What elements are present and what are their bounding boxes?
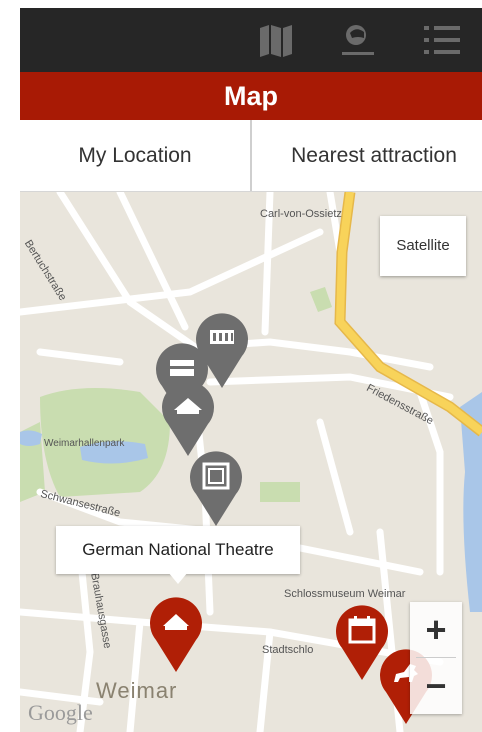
map-book-icon[interactable] (258, 22, 294, 58)
street-label: Schlossmuseum Weimar (284, 588, 406, 600)
street-label: Stadtschlo (262, 644, 314, 656)
map-view[interactable]: Carl-von-Ossietz Bertuchstraße Friedenss… (20, 192, 482, 732)
attraction-pin-theatre-icon[interactable] (160, 380, 216, 456)
menu-list-icon[interactable] (422, 22, 460, 58)
page-title: Map (20, 72, 482, 120)
location-buttons: My Location Nearest attraction (20, 120, 482, 192)
location-person-icon[interactable] (340, 22, 376, 58)
tooltip-text: German National Theatre (82, 540, 274, 559)
zoom-controls: + − (410, 602, 462, 714)
street-label: Weimarhallenpark (44, 438, 125, 449)
street-label: Carl-von-Ossietz (260, 208, 342, 220)
zoom-in-button[interactable]: + (410, 602, 462, 657)
attraction-tooltip[interactable]: German National Theatre (56, 526, 300, 584)
app-screen: Map My Location Nearest attraction Carl-… (20, 8, 482, 732)
tooltip-tail (168, 572, 188, 584)
city-label: Weimar (96, 678, 178, 703)
attraction-pin-frame-icon[interactable] (188, 450, 244, 526)
action-bar (20, 8, 482, 72)
google-attribution: Google (28, 700, 93, 725)
nearest-attraction-button[interactable]: Nearest attraction (254, 120, 482, 192)
selected-pin-theatre-icon[interactable] (148, 596, 204, 672)
zoom-out-button[interactable]: − (410, 658, 462, 713)
my-location-button[interactable]: My Location (20, 120, 252, 192)
satellite-toggle-button[interactable]: Satellite (380, 216, 466, 276)
